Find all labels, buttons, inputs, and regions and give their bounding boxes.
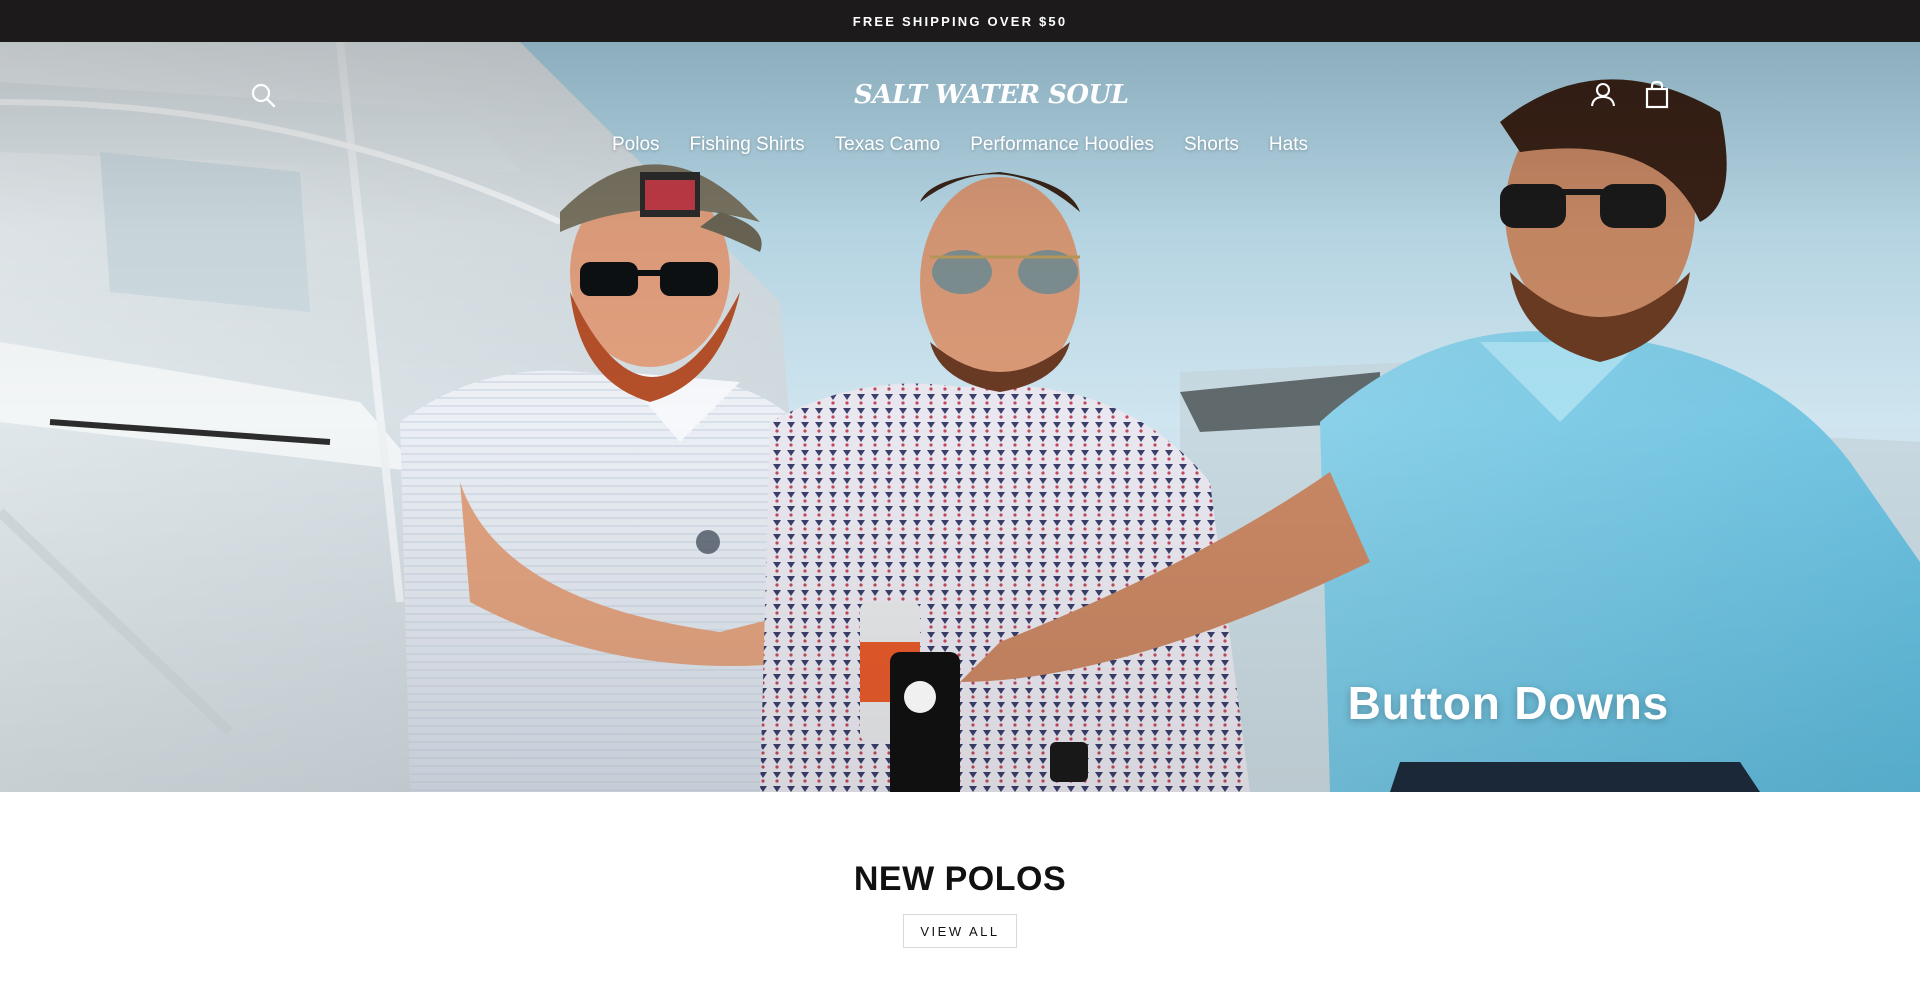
- section-title: NEW POLOS: [853, 860, 1067, 898]
- announcement-text: FREE SHIPPING OVER $50: [852, 13, 1068, 29]
- nav-item-hats[interactable]: Hats: [1269, 134, 1308, 156]
- view-all-button[interactable]: VIEW ALL: [903, 914, 1017, 948]
- nav-item-performance-hoodies[interactable]: Performance Hoodies: [970, 134, 1154, 156]
- announcement-bar: FREE SHIPPING OVER $50: [0, 0, 1920, 42]
- hero-title[interactable]: Button Downs: [1348, 676, 1669, 730]
- user-icon: [1590, 82, 1616, 107]
- search-button[interactable]: [249, 81, 277, 109]
- main-navigation: Polos Fishing Shirts Texas Camo Performa…: [0, 134, 1920, 156]
- shopping-bag-icon: [1645, 80, 1669, 109]
- nav-item-fishing-shirts[interactable]: Fishing Shirts: [690, 134, 805, 156]
- store-logo[interactable]: SALT WATER SOUL: [848, 74, 1129, 116]
- search-icon: [251, 83, 276, 108]
- nav-item-texas-camo[interactable]: Texas Camo: [835, 134, 941, 156]
- nav-item-shorts[interactable]: Shorts: [1184, 134, 1239, 156]
- account-button[interactable]: [1589, 81, 1617, 109]
- nav-item-polos[interactable]: Polos: [612, 134, 660, 156]
- cart-button[interactable]: [1643, 80, 1671, 109]
- logo-wordmark: SALT WATER SOUL: [854, 80, 1129, 110]
